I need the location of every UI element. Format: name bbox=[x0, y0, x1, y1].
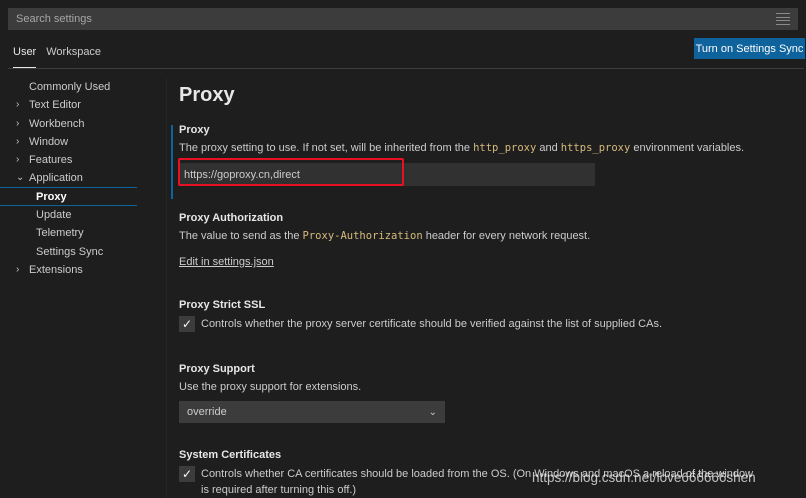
tab-workspace[interactable]: Workspace bbox=[41, 36, 106, 68]
setting-title: Proxy Strict SSL bbox=[179, 299, 266, 311]
toc-item-application[interactable]: ⌄ Application bbox=[0, 169, 137, 188]
proxy-strict-ssl-checkbox[interactable]: ✓ bbox=[179, 316, 195, 332]
toc-item-proxy[interactable]: Proxy bbox=[0, 188, 137, 207]
chevron-right-icon: › bbox=[16, 99, 20, 111]
tabs-divider bbox=[8, 68, 804, 69]
setting-proxy-authorization: Proxy Authorization The value to send as… bbox=[179, 212, 799, 268]
search-input[interactable] bbox=[16, 13, 776, 25]
toc-item-window[interactable]: › Window bbox=[0, 133, 166, 151]
setting-title: Proxy Support bbox=[179, 363, 255, 375]
select-value: override bbox=[187, 406, 227, 418]
toc-item-workbench[interactable]: › Workbench bbox=[0, 115, 166, 133]
setting-proxy-strict-ssl: Proxy Strict SSL ✓ Controls whether the … bbox=[179, 299, 799, 332]
search-bar[interactable] bbox=[8, 8, 798, 30]
toc-item-telemetry[interactable]: Telemetry bbox=[0, 224, 166, 242]
filter-icon[interactable] bbox=[776, 13, 790, 25]
setting-title: Proxy bbox=[179, 124, 210, 136]
toc-item-text-editor[interactable]: › Text Editor bbox=[0, 96, 166, 114]
chevron-right-icon: › bbox=[16, 135, 20, 147]
chevron-right-icon: › bbox=[16, 263, 20, 275]
page-title: Proxy bbox=[179, 84, 235, 106]
watermark: https://blog.csdn.net/love666666shen bbox=[532, 470, 756, 485]
edit-in-settings-json-link[interactable]: Edit in settings.json bbox=[179, 256, 274, 268]
toc-item-update[interactable]: Update bbox=[0, 206, 166, 224]
setting-title: System Certificates bbox=[179, 449, 282, 461]
checkbox-row: ✓ Controls whether the proxy server cert… bbox=[179, 316, 799, 332]
settings-scope-tabs: User Workspace bbox=[8, 36, 106, 68]
toc-item-settings-sync[interactable]: Settings Sync bbox=[0, 243, 166, 261]
setting-description: Use the proxy support for extensions. bbox=[179, 381, 362, 393]
proxy-support-select[interactable]: override ⌄ bbox=[179, 401, 445, 423]
setting-title: Proxy Authorization bbox=[179, 212, 284, 224]
setting-proxy: Proxy The proxy setting to use. If not s… bbox=[179, 124, 799, 186]
setting-description: Controls whether the proxy server certif… bbox=[201, 318, 663, 330]
chevron-right-icon: › bbox=[16, 154, 20, 166]
setting-description: The proxy setting to use. If not set, wi… bbox=[179, 142, 745, 154]
check-icon: ✓ bbox=[181, 317, 193, 331]
turn-on-settings-sync-button[interactable]: Turn on Settings Sync bbox=[694, 38, 805, 59]
settings-table-of-contents: Commonly Used › Text Editor › Workbench › W… bbox=[0, 78, 166, 279]
chevron-down-icon: ⌄ bbox=[16, 172, 25, 184]
tab-user[interactable]: User bbox=[8, 36, 41, 68]
setting-description: The value to send as the Proxy-Authoriza… bbox=[179, 230, 591, 242]
toc-item-features[interactable]: › Features bbox=[0, 151, 166, 169]
toc-item-extensions[interactable]: › Extensions bbox=[0, 261, 166, 279]
check-icon: ✓ bbox=[181, 467, 193, 481]
system-certificates-checkbox[interactable]: ✓ bbox=[179, 466, 195, 482]
chevron-down-icon: ⌄ bbox=[428, 406, 437, 418]
proxy-input[interactable] bbox=[179, 163, 595, 186]
focused-setting-indicator bbox=[171, 125, 173, 199]
settings-editor: Proxy Proxy The proxy setting to use. If… bbox=[167, 78, 804, 498]
chevron-right-icon: › bbox=[16, 117, 20, 129]
toc-item-commonly-used[interactable]: Commonly Used bbox=[0, 78, 166, 96]
setting-proxy-support: Proxy Support Use the proxy support for … bbox=[179, 363, 799, 423]
